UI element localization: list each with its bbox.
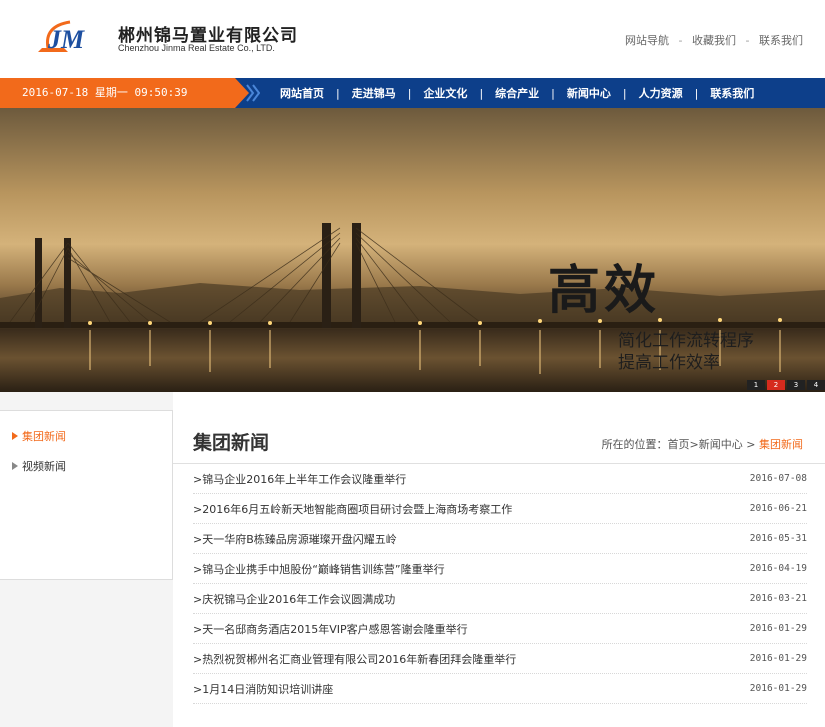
sidebar-item-video-news[interactable]: 视频新闻 (0, 451, 172, 481)
news-date: 2016-01-29 (749, 623, 807, 634)
slide-pagination: 1 2 3 4 (745, 380, 825, 390)
list-item: >庆祝锦马企业2016年工作会议圆满成功 2016-03-21 (193, 584, 807, 614)
triangle-right-icon (12, 432, 18, 440)
site-map-link[interactable]: 网站导航 (625, 34, 669, 47)
news-date: 2016-01-29 (749, 653, 807, 664)
news-list: >锦马企业2016年上半年工作会议隆重举行 2016-07-08 >2016年6… (173, 464, 825, 704)
nav-about[interactable]: 走进锦马 (340, 85, 408, 101)
top-link-separator: - (745, 34, 750, 47)
top-link-separator: - (678, 34, 683, 47)
triangle-right-icon (12, 462, 18, 470)
news-title-link[interactable]: >庆祝锦马企业2016年工作会议圆满成功 (193, 591, 395, 607)
news-title-link[interactable]: >天一华府B栋臻品房源璀璨开盘闪耀五岭 (193, 531, 397, 547)
svg-text:JM: JM (47, 25, 85, 54)
news-date: 2016-05-31 (749, 533, 807, 544)
site-header: JM 郴州锦马置业有限公司 Chenzhou Jinma Real Estate… (0, 0, 825, 78)
bookmark-link[interactable]: 收藏我们 (692, 34, 736, 47)
news-date: 2016-06-21 (749, 503, 807, 514)
news-title-link[interactable]: >热烈祝贺郴州名汇商业管理有限公司2016年新春团拜会隆重举行 (193, 651, 516, 667)
hero-banner: 高效 简化工作流转程序 提高工作效率 1 2 3 4 (0, 108, 825, 392)
nav-culture[interactable]: 企业文化 (411, 85, 479, 101)
news-date: 2016-03-21 (749, 593, 807, 604)
sidebar-item-group-news[interactable]: 集团新闻 (0, 421, 172, 451)
content-area: 集团新闻 视频新闻 集团新闻 所在的位置：首页>新闻中心 > 集团新闻 >锦马企… (0, 392, 825, 727)
slide-dot-2[interactable]: 2 (767, 380, 785, 390)
slide-dot-1[interactable]: 1 (747, 380, 765, 390)
news-date: 2016-07-08 (749, 473, 807, 484)
news-title-link[interactable]: >锦马企业携手中旭股份“巅峰销售训练营”隆重举行 (193, 561, 445, 577)
list-item: >锦马企业携手中旭股份“巅峰销售训练营”隆重举行 2016-04-19 (193, 554, 807, 584)
slide-dot-4[interactable]: 4 (807, 380, 825, 390)
page-title: 集团新闻 (193, 432, 270, 454)
sidebar-item-label: 视频新闻 (22, 460, 66, 473)
list-item: >2016年6月五岭新天地智能商圈项目研讨会暨上海商场考察工作 2016-06-… (193, 494, 807, 524)
nav-news[interactable]: 新闻中心 (555, 85, 623, 101)
slide-dot-3[interactable]: 3 (787, 380, 805, 390)
logo-mark-icon: JM (38, 20, 85, 54)
nav-hr[interactable]: 人力资源 (627, 85, 695, 101)
news-title-link[interactable]: >锦马企业2016年上半年工作会议隆重举行 (193, 471, 406, 487)
main-panel: 集团新闻 所在的位置：首页>新闻中心 > 集团新闻 >锦马企业2016年上半年工… (173, 392, 825, 727)
company-logo[interactable]: JM 郴州锦马置业有限公司 Chenzhou Jinma Real Estate… (34, 18, 314, 58)
nav-items: 网站首页 | 走进锦马 | 企业文化 | 综合产业 | 新闻中心 | 人力资源 … (268, 78, 766, 108)
main-nav: 2016-07-18 星期一 09:50:39 网站首页 | 走进锦马 | 企业… (0, 78, 825, 108)
list-item: >锦马企业2016年上半年工作会议隆重举行 2016-07-08 (193, 464, 807, 494)
news-date: 2016-01-29 (749, 683, 807, 694)
list-item: >天一华府B栋臻品房源璀璨开盘闪耀五岭 2016-05-31 (193, 524, 807, 554)
banner-headline: 高效 (548, 260, 661, 321)
breadcrumb-path[interactable]: 所在的位置：首页>新闻中心 > (602, 438, 759, 451)
logo-company-english: Chenzhou Jinma Real Estate Co., LTD. (118, 43, 275, 53)
news-title-link[interactable]: >天一名邸商务酒店2015年VIP客户感恩答谢会隆重举行 (193, 621, 468, 637)
news-title-link[interactable]: >2016年6月五岭新天地智能商圈项目研讨会暨上海商场考察工作 (193, 501, 512, 517)
breadcrumb: 所在的位置：首页>新闻中心 > 集团新闻 (602, 436, 803, 452)
nav-contact[interactable]: 联系我们 (698, 85, 766, 101)
banner-subline-2: 提高工作效率 (618, 353, 720, 373)
sidebar: 集团新闻 视频新闻 (0, 410, 173, 580)
list-item: >热烈祝贺郴州名汇商业管理有限公司2016年新春团拜会隆重举行 2016-01-… (193, 644, 807, 674)
current-datetime: 2016-07-18 星期一 09:50:39 (0, 78, 249, 108)
nav-home[interactable]: 网站首页 (268, 85, 336, 101)
sidebar-item-label: 集团新闻 (22, 430, 66, 443)
main-header: 集团新闻 所在的位置：首页>新闻中心 > 集团新闻 (173, 392, 825, 464)
news-title-link[interactable]: >1月14日消防知识培训讲座 (193, 681, 333, 697)
contact-link[interactable]: 联系我们 (759, 34, 803, 47)
double-chevron-icon (246, 84, 260, 102)
list-item: >天一名邸商务酒店2015年VIP客户感恩答谢会隆重举行 2016-01-29 (193, 614, 807, 644)
top-links: 网站导航 - 收藏我们 - 联系我们 (625, 32, 803, 48)
nav-industry[interactable]: 综合产业 (483, 85, 551, 101)
breadcrumb-current: 集团新闻 (759, 438, 803, 451)
news-date: 2016-04-19 (749, 563, 807, 574)
list-item: >1月14日消防知识培训讲座 2016-01-29 (193, 674, 807, 704)
